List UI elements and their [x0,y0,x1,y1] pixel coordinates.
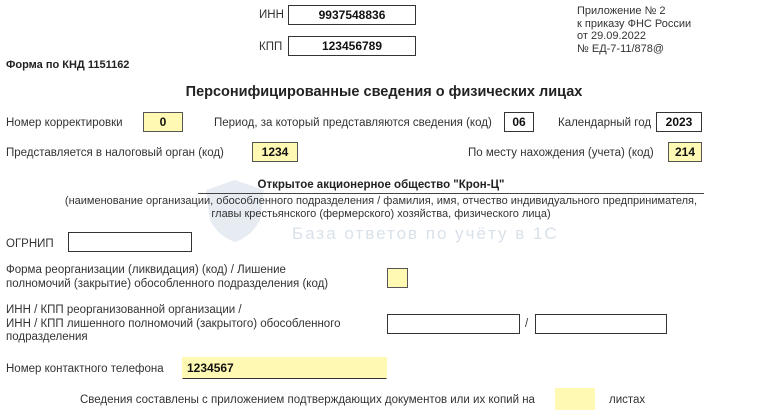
correction-number-field[interactable]: 0 [143,112,183,132]
year-field[interactable]: 2023 [656,112,702,132]
reorg-kpp-field[interactable] [535,314,667,334]
kpp-field[interactable]: 123456789 [288,36,416,56]
organization-underline [198,193,704,194]
reorg-separator: / [525,318,529,330]
form-code: Форма по КНД 1151162 [6,59,130,71]
reorg-inn-field[interactable] [387,314,520,334]
period-label: Период, за который представляются сведен… [214,117,492,129]
period-field[interactable]: 06 [504,112,534,132]
reorg-inn-label: ИНН / КПП реорганизованной организации /… [6,304,341,345]
appendix-note: Приложение № 2 к приказу ФНС России от 2… [577,5,691,55]
organization-caption-line: (наименование организации, обособленного… [64,195,698,207]
appendix-line: № ЕД-7-11/878@ [577,42,665,55]
year-label: Календарный год [558,117,652,129]
reorg-inn-label-line: подразделения [6,331,88,343]
kpp-label: КПП [259,41,283,53]
attachments-label: Сведения составлены с приложением подтве… [80,394,535,406]
appendix-line: от 29.09.2022 [577,30,647,42]
organization-caption: (наименование организации, обособленного… [6,195,756,220]
reorg-inn-label-line: ИНН / КПП реорганизованной организации / [6,304,242,316]
location-field[interactable]: 214 [668,142,702,162]
reorg-label-line: Форма реорганизации (ликвидация) (код) /… [6,264,286,276]
reorg-label-line: полномочий (закрытие) обособленного подр… [6,277,329,290]
phone-label: Номер контактного телефона [6,363,164,375]
organization-caption-line: главы крестьянского (фермерского) хозяйс… [211,207,551,220]
watermark-text: База ответов по учёту в 1С [292,224,559,243]
attachments-suffix: листах [609,394,646,406]
attachments-pages-field[interactable] [555,388,595,410]
ogrnip-label: ОГРНИП [6,238,54,250]
inn-field[interactable]: 9937548836 [288,5,416,25]
organization-name[interactable]: Открытое акционерное общество "Крон-Ц" [6,179,756,191]
appendix-line: Приложение № 2 [577,5,666,17]
correction-number-label: Номер корректировки [6,117,123,129]
tax-authority-field[interactable]: 1234 [252,142,298,162]
inn-label: ИНН [259,9,284,21]
ogrnip-field[interactable] [68,232,192,252]
reorg-code-field[interactable] [387,268,408,288]
appendix-line: к приказу ФНС России [577,17,692,30]
tax-authority-label: Представляется в налоговый орган (код) [6,147,224,159]
reorg-inn-label-line: ИНН / КПП лишенного полномочий (закрытог… [6,317,341,330]
location-label: По месту нахождения (учета) (код) [468,147,654,159]
reorg-label: Форма реорганизации (ликвидация) (код) /… [6,264,328,291]
phone-field[interactable]: 1234567 [182,357,387,379]
page-title: Персонифицированные сведения о физически… [185,84,583,100]
